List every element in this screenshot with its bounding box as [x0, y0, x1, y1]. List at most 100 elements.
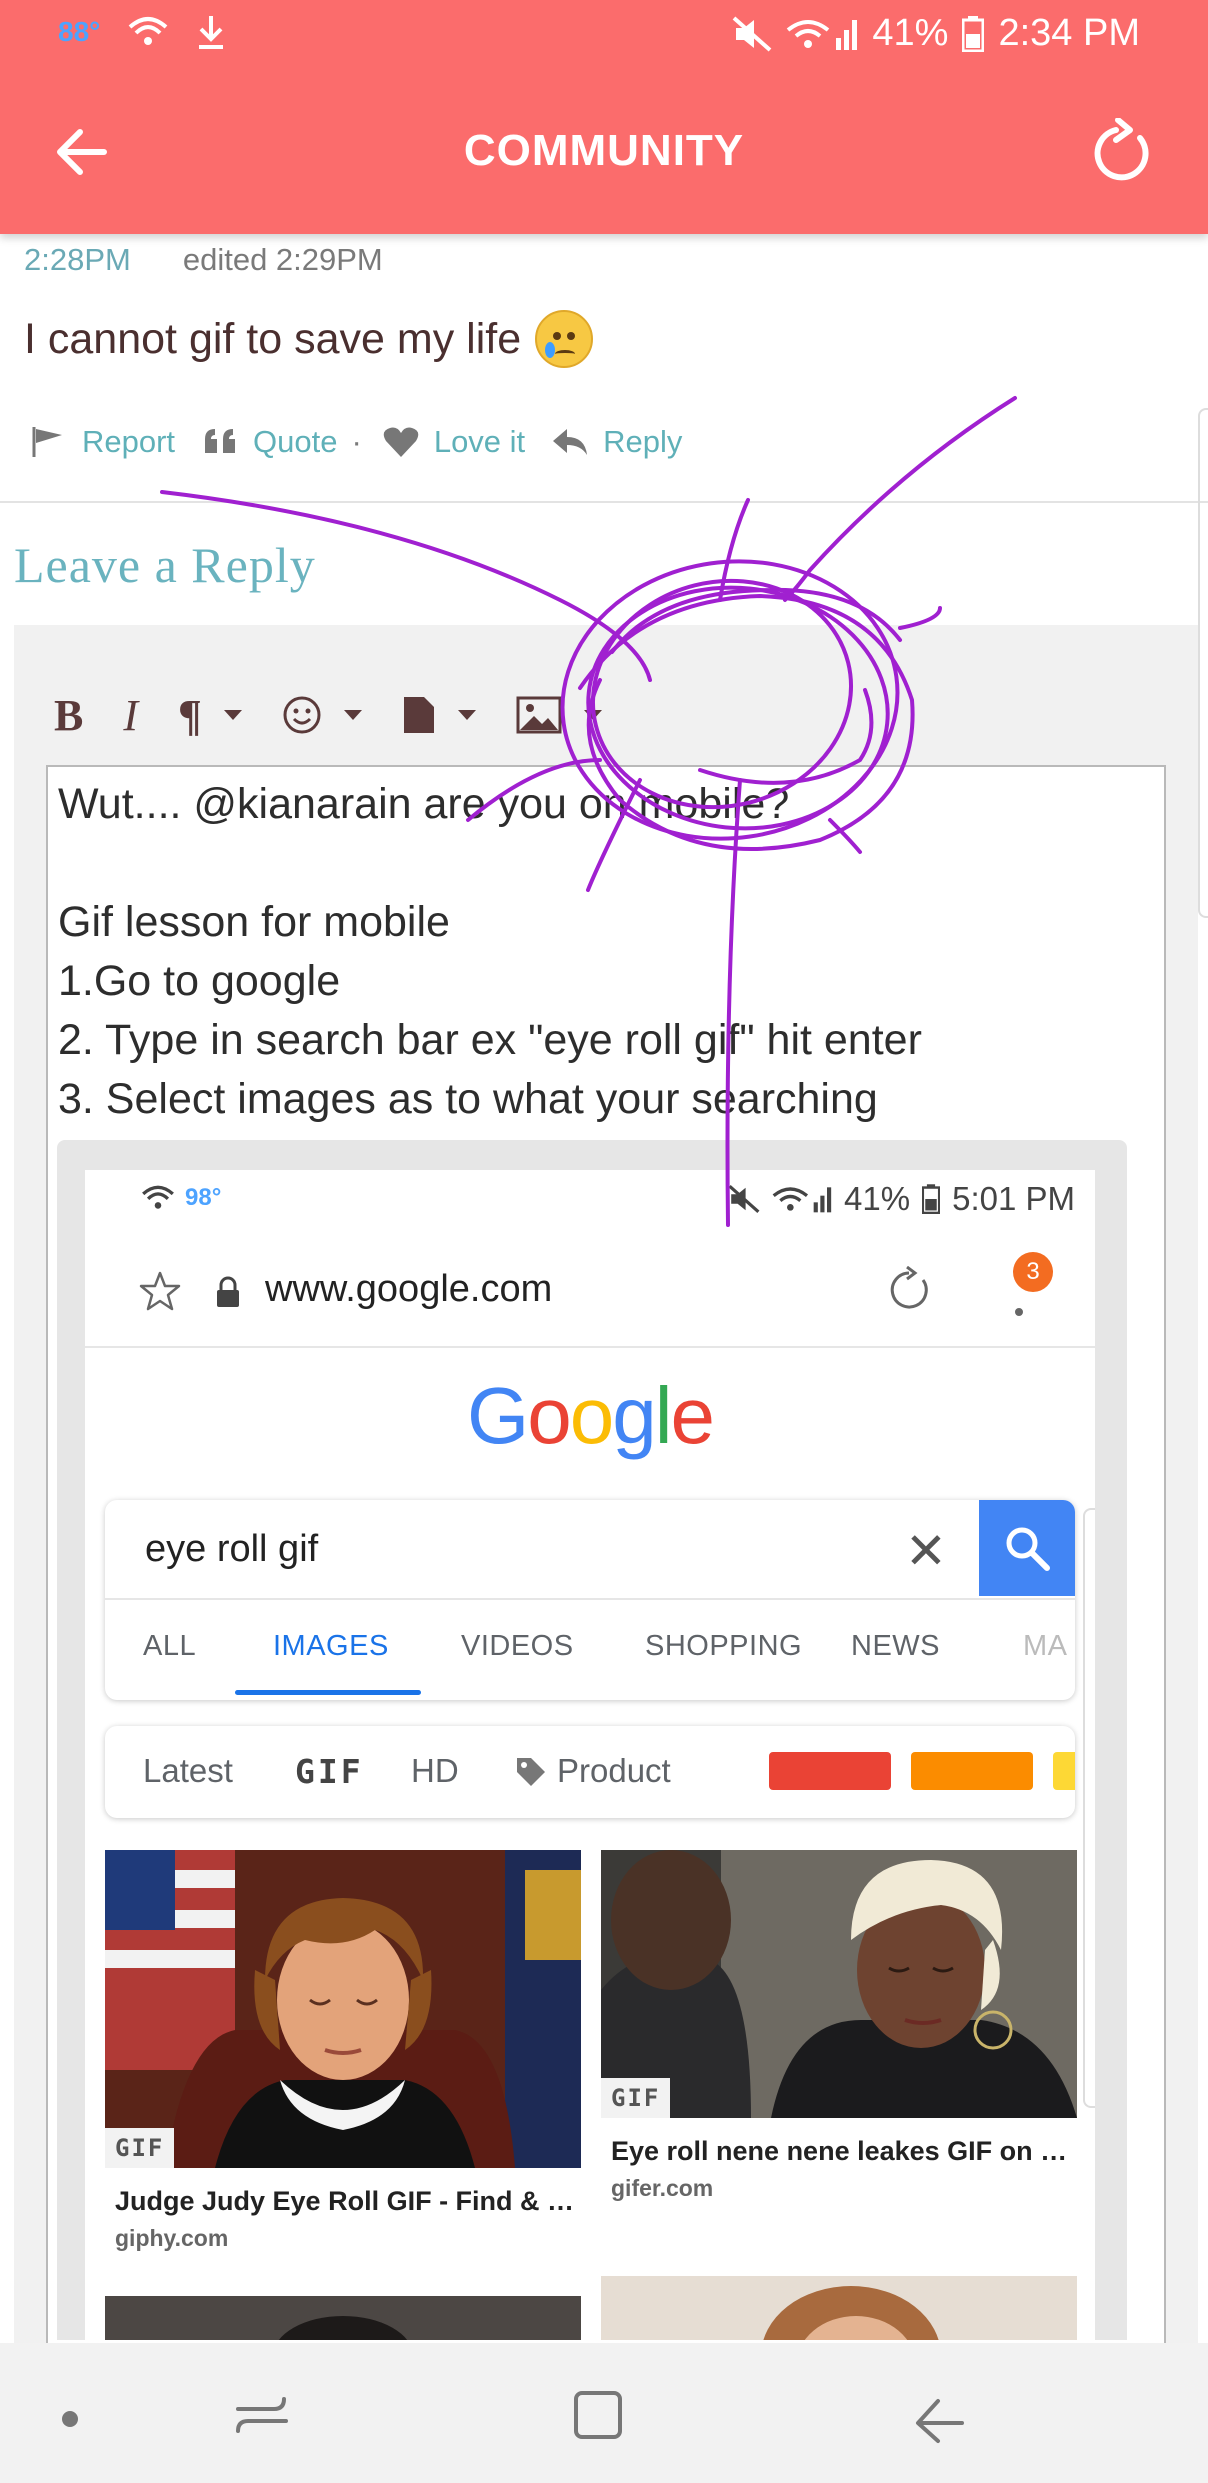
- tab-shopping[interactable]: SHOPPING: [645, 1630, 802, 1663]
- quote-button[interactable]: Quote: [201, 424, 338, 460]
- editor-line: Gif lesson for mobile: [58, 898, 450, 946]
- chevron-down-icon: [457, 710, 476, 720]
- flag-icon: [32, 427, 62, 457]
- filter-hd[interactable]: HD: [411, 1752, 459, 1790]
- partial-thumbnail: [105, 2296, 581, 2340]
- tab-news[interactable]: NEWS: [851, 1630, 940, 1663]
- reply-icon: [553, 429, 588, 455]
- battery-icon: [962, 15, 985, 52]
- file-icon: [403, 697, 434, 733]
- love-it-button[interactable]: Love it: [382, 424, 525, 460]
- tab-all[interactable]: ALL: [143, 1630, 196, 1663]
- download-icon: [199, 16, 224, 49]
- chevron-down-icon: [223, 710, 242, 720]
- chevron-down-icon: [343, 710, 362, 720]
- post-meta: 2:28PM edited 2:29PM: [24, 242, 383, 278]
- report-button[interactable]: Report: [30, 424, 175, 460]
- image-result-partial[interactable]: [105, 2296, 581, 2340]
- wifi-signal-icon: [772, 1187, 832, 1213]
- emoji-dropdown[interactable]: [282, 685, 362, 745]
- post-body: I cannot gif to save my life: [24, 310, 594, 368]
- scroll-indicator: [1198, 408, 1208, 918]
- home-icon[interactable]: [566, 2383, 630, 2447]
- search-button[interactable]: [979, 1500, 1075, 1596]
- chevron-down-icon: [583, 710, 602, 720]
- lock-icon: [217, 1276, 239, 1307]
- clear-icon[interactable]: ✕: [905, 1522, 947, 1580]
- editor-line: 3. Select images as to what your searchi…: [58, 1075, 878, 1123]
- image-result[interactable]: GIF Eye roll nene nene leakes GIF on G..…: [601, 1850, 1077, 2202]
- recent-apps-icon[interactable]: [230, 2383, 294, 2447]
- image-icon: [516, 696, 562, 734]
- separator-dot: ·: [351, 424, 362, 459]
- filter-gif[interactable]: GIF: [295, 1752, 364, 1791]
- editor-line: Wut.... @kianarain are you on mobile?: [58, 780, 790, 828]
- color-swatch-orange[interactable]: [911, 1752, 1033, 1790]
- report-label: Report: [82, 424, 176, 459]
- nene-leakes-image: GIF: [601, 1850, 1077, 2118]
- app-bar: COMMUNITY: [0, 90, 1208, 210]
- result-title: Eye roll nene nene leakes GIF on G...: [611, 2136, 1071, 2166]
- embedded-phone-screen: 98° 41% 5:01 PM www.google.com 3 Google: [85, 1170, 1095, 2340]
- nene-leakes-thumbnail: [601, 1850, 1077, 2118]
- post-edited-time: edited 2:29PM: [182, 242, 383, 277]
- google-logo: Google: [466, 1371, 715, 1460]
- back-nav-icon[interactable]: [906, 2383, 970, 2447]
- refresh-icon[interactable]: [1090, 118, 1160, 188]
- editor-line: 2. Type in search bar ex "eye roll gif" …: [58, 1016, 922, 1064]
- tab-images[interactable]: IMAGES: [273, 1630, 389, 1663]
- divider: [0, 501, 1208, 503]
- smiley-icon: [283, 696, 321, 734]
- image-result[interactable]: GIF Judge Judy Eye Roll GIF - Find & S..…: [105, 1850, 581, 2252]
- editor-toolbar: B I ¶: [54, 685, 642, 745]
- mute-icon: [733, 16, 772, 51]
- search-tabs: ALL IMAGES VIDEOS SHOPPING NEWS MA: [105, 1598, 1075, 1698]
- post-actions: Report Quote · Love it Reply: [30, 424, 708, 460]
- active-tab-indicator: [235, 1690, 421, 1695]
- editor-content: Wut.... @kianarain are you on mobile? Gif…: [58, 775, 922, 1129]
- embedded-screenshot: 98° 41% 5:01 PM www.google.com 3 Google: [57, 1140, 1127, 2340]
- reply-heading: Leave a Reply: [14, 537, 316, 593]
- star-icon[interactable]: [139, 1270, 181, 1312]
- result-title: Judge Judy Eye Roll GIF - Find & S...: [115, 2186, 575, 2216]
- color-swatch-yellow[interactable]: [1053, 1752, 1075, 1790]
- judge-judy-thumbnail: [105, 1850, 581, 2168]
- quote-label: Quote: [253, 424, 338, 459]
- search-input[interactable]: eye roll gif: [145, 1528, 318, 1571]
- file-dropdown[interactable]: [402, 685, 476, 745]
- embedded-clock: 5:01 PM: [952, 1180, 1075, 1217]
- embedded-status-bar: 98° 41% 5:01 PM: [85, 1170, 1095, 1230]
- wifi-icon: [142, 1185, 174, 1209]
- page-title: COMMUNITY: [463, 126, 745, 175]
- italic-button[interactable]: I: [123, 685, 138, 745]
- bold-button[interactable]: B: [54, 685, 83, 745]
- paragraph-dropdown[interactable]: ¶: [178, 685, 242, 745]
- search-icon: [1006, 1527, 1050, 1571]
- reply-label: Reply: [603, 424, 683, 459]
- app-header: 88° 41% 2:34 PM COMMUNITY: [0, 0, 1208, 234]
- tag-icon: [517, 1758, 545, 1786]
- reply-button[interactable]: Reply: [551, 424, 682, 460]
- paragraph-icon: ¶: [178, 690, 202, 740]
- status-bar: 88° 41% 2:34 PM: [0, 0, 1208, 70]
- url-text[interactable]: www.google.com: [265, 1268, 552, 1311]
- tab-more[interactable]: MA: [1023, 1630, 1068, 1663]
- result-source: gifer.com: [611, 2175, 714, 2201]
- reply-textarea[interactable]: Wut.... @kianarain are you on mobile? Gif…: [46, 765, 1166, 2345]
- filter-latest[interactable]: Latest: [143, 1752, 233, 1790]
- editor-line: 1.Go to google: [58, 957, 341, 1005]
- post-time: 2:28PM: [24, 242, 131, 277]
- clock: 2:34 PM: [998, 12, 1140, 54]
- color-swatch-red[interactable]: [769, 1752, 891, 1790]
- reload-icon[interactable]: [885, 1266, 933, 1314]
- filter-product[interactable]: Product: [557, 1752, 671, 1790]
- search-box: eye roll gif ✕ ALL IMAGES VIDEOS SHOPPIN…: [105, 1500, 1075, 1700]
- wifi-icon: [129, 17, 168, 45]
- image-dropdown[interactable]: [516, 685, 602, 745]
- dot-indicator-icon: [62, 2411, 78, 2427]
- image-result-partial[interactable]: [601, 2276, 1077, 2340]
- battery-icon: [922, 1184, 941, 1214]
- tab-videos[interactable]: VIDEOS: [461, 1630, 574, 1663]
- system-nav-bar: [0, 2343, 1208, 2483]
